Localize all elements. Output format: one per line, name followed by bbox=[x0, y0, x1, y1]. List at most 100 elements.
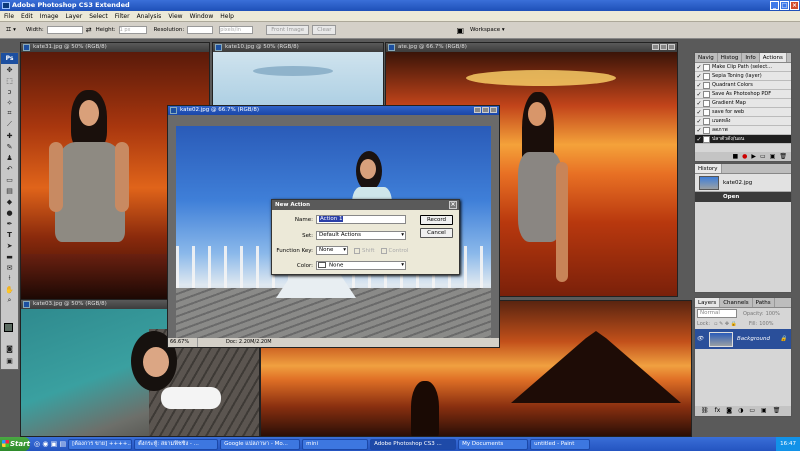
taskbar-item[interactable]: ตั้งกระทู้: สยามฟิชชิ่ง - ... bbox=[134, 438, 219, 450]
swap-icon[interactable]: ⇄ bbox=[86, 26, 92, 34]
document-title-bar[interactable]: ate.jpg @ 66.7% (RGB/8) bbox=[386, 43, 677, 52]
tab-paths[interactable]: Paths bbox=[753, 298, 775, 307]
dialog-toggle[interactable] bbox=[703, 81, 710, 89]
tab-history[interactable]: History bbox=[695, 164, 722, 173]
tab-navigator[interactable]: Navig bbox=[695, 53, 718, 62]
document-title-bar[interactable]: kate31.jpg @ 50% (RGB/8) bbox=[21, 43, 209, 52]
resolution-unit-select[interactable]: pixels/in bbox=[219, 26, 254, 34]
doc-minimize-button[interactable] bbox=[474, 107, 481, 113]
record-icon[interactable]: ● bbox=[742, 152, 747, 161]
menu-image[interactable]: Image bbox=[40, 13, 59, 20]
menu-layer[interactable]: Layer bbox=[65, 13, 82, 20]
taskbar-item[interactable]: untitled - Paint bbox=[530, 438, 591, 450]
menu-edit[interactable]: Edit bbox=[21, 13, 33, 20]
color-select[interactable]: None ▾ bbox=[316, 261, 406, 270]
trash-icon[interactable]: 🗑 bbox=[779, 152, 787, 161]
shape-tool-icon[interactable]: ▬ bbox=[1, 251, 18, 262]
taskbar-item[interactable]: mini bbox=[302, 438, 369, 450]
cancel-button[interactable]: Cancel bbox=[420, 228, 453, 238]
function-key-select[interactable]: None ▾ bbox=[316, 246, 348, 255]
marquee-tool-icon[interactable]: ⬚ bbox=[1, 75, 18, 86]
check-icon[interactable]: ✓ bbox=[695, 136, 703, 143]
menu-view[interactable]: View bbox=[168, 13, 182, 20]
group-icon[interactable]: ▭ bbox=[749, 406, 755, 416]
image-canvas-sky[interactable] bbox=[213, 52, 383, 113]
document-window-kate10[interactable]: kate10.jpg @ 50% (RGB/8) bbox=[212, 42, 384, 114]
dialog-toggle[interactable] bbox=[703, 72, 710, 80]
eye-icon[interactable]: 👁 bbox=[695, 336, 705, 342]
taskbar-item[interactable]: My Documents bbox=[458, 438, 529, 450]
resolution-input[interactable] bbox=[187, 26, 214, 34]
name-input[interactable]: Action 1 bbox=[316, 215, 406, 224]
tab-actions[interactable]: Actions bbox=[759, 53, 787, 62]
clone-stamp-tool-icon[interactable]: ♟ bbox=[1, 152, 18, 163]
workspace-icon[interactable]: ▣ bbox=[456, 26, 464, 35]
check-icon[interactable]: ✓ bbox=[695, 109, 703, 116]
lock-icons[interactable]: ▫ ✎ ✥ 🔒 bbox=[714, 321, 737, 327]
quick-mask-icon[interactable]: ◙ bbox=[1, 343, 18, 354]
hand-tool-icon[interactable]: ✋ bbox=[1, 284, 18, 295]
gradient-tool-icon[interactable]: ▤ bbox=[1, 185, 18, 196]
move-tool-icon[interactable]: ✥ bbox=[1, 64, 18, 75]
fill-value[interactable]: 100% bbox=[759, 321, 773, 327]
doc-close-button[interactable] bbox=[668, 44, 675, 50]
new-set-icon[interactable]: ▭ bbox=[760, 152, 766, 161]
dialog-toggle[interactable] bbox=[703, 99, 710, 107]
crop-tool-icon[interactable]: ⌗ bbox=[6, 25, 11, 35]
set-select[interactable]: Default Actions ▾ bbox=[316, 231, 406, 240]
new-layer-icon[interactable]: ▣ bbox=[761, 406, 767, 416]
control-checkbox[interactable] bbox=[380, 247, 387, 254]
width-input[interactable] bbox=[46, 26, 83, 34]
dialog-toggle[interactable] bbox=[703, 63, 710, 71]
action-item[interactable]: ✓ Sepia Toning (layer) bbox=[695, 72, 791, 81]
link-layers-icon[interactable]: ⛓ bbox=[701, 406, 709, 416]
workspace-menu[interactable]: Workspace ▾ bbox=[470, 27, 505, 33]
screen-mode-icon[interactable]: ▣ bbox=[1, 355, 18, 366]
menu-help[interactable]: Help bbox=[220, 13, 234, 20]
minimize-button[interactable]: _ bbox=[770, 1, 779, 10]
dialog-title-bar[interactable]: New Action × bbox=[272, 200, 459, 210]
eraser-tool-icon[interactable]: ▭ bbox=[1, 174, 18, 185]
check-icon[interactable]: ✓ bbox=[695, 73, 703, 80]
tab-layers[interactable]: Layers bbox=[695, 298, 721, 307]
action-item-selected[interactable]: ✓ ปลาตัวดัง/นอน bbox=[695, 135, 791, 144]
dodge-tool-icon[interactable]: ● bbox=[1, 207, 18, 218]
pen-tool-icon[interactable]: ✒ bbox=[1, 218, 18, 229]
check-icon[interactable]: ✓ bbox=[695, 82, 703, 89]
doc-maximize-button[interactable] bbox=[482, 107, 489, 113]
zoom-level[interactable]: 66.67% bbox=[168, 338, 198, 347]
menu-file[interactable]: File bbox=[4, 13, 14, 20]
maximize-button[interactable]: □ bbox=[780, 1, 789, 10]
dialog-toggle[interactable] bbox=[703, 126, 710, 134]
taskbar-item[interactable]: [ต้องการ ขาย] ++++... bbox=[68, 438, 133, 450]
opacity-value[interactable]: 100% bbox=[766, 311, 780, 317]
lasso-tool-icon[interactable]: ↄ bbox=[1, 86, 18, 97]
document-title-bar[interactable]: kate10.jpg @ 50% (RGB/8) bbox=[213, 43, 383, 52]
history-state-selected[interactable]: Open bbox=[695, 192, 791, 202]
record-button[interactable]: Record bbox=[420, 215, 453, 225]
magic-wand-tool-icon[interactable]: ✧ bbox=[1, 97, 18, 108]
tab-channels[interactable]: Channels bbox=[720, 298, 753, 307]
action-item[interactable]: ✓ Quadrant Colors bbox=[695, 81, 791, 90]
blend-mode-select[interactable]: Normal bbox=[697, 309, 737, 318]
front-image-button[interactable]: Front Image bbox=[266, 25, 310, 35]
taskbar-item-active[interactable]: Adobe Photoshop CS3 ... bbox=[370, 438, 457, 450]
zoom-tool-icon[interactable]: ⌕ bbox=[1, 295, 18, 306]
taskbar-item[interactable]: Google แปลภาษา - Mo... bbox=[220, 438, 301, 450]
tab-histogram[interactable]: Histog bbox=[718, 53, 743, 62]
path-selection-tool-icon[interactable]: ➤ bbox=[1, 240, 18, 251]
history-snapshot[interactable]: kate02.jpg bbox=[695, 174, 791, 192]
doc-minimize-button[interactable] bbox=[652, 44, 659, 50]
quicklaunch-icons[interactable]: ◎ ◉ ▣ ▤ bbox=[34, 440, 66, 448]
notes-tool-icon[interactable]: ✉ bbox=[1, 262, 18, 273]
dialog-toggle[interactable] bbox=[703, 90, 710, 98]
fx-icon[interactable]: fx bbox=[715, 406, 721, 416]
blur-tool-icon[interactable]: ◆ bbox=[1, 196, 18, 207]
check-icon[interactable]: ✓ bbox=[695, 91, 703, 98]
dialog-toggle[interactable] bbox=[703, 135, 710, 143]
action-item[interactable]: ✓ Gradient Map bbox=[695, 99, 791, 108]
dialog-toggle[interactable] bbox=[703, 108, 710, 116]
history-brush-tool-icon[interactable]: ↶ bbox=[1, 163, 18, 174]
shift-checkbox[interactable] bbox=[354, 247, 360, 254]
tab-info[interactable]: Info bbox=[742, 53, 760, 62]
